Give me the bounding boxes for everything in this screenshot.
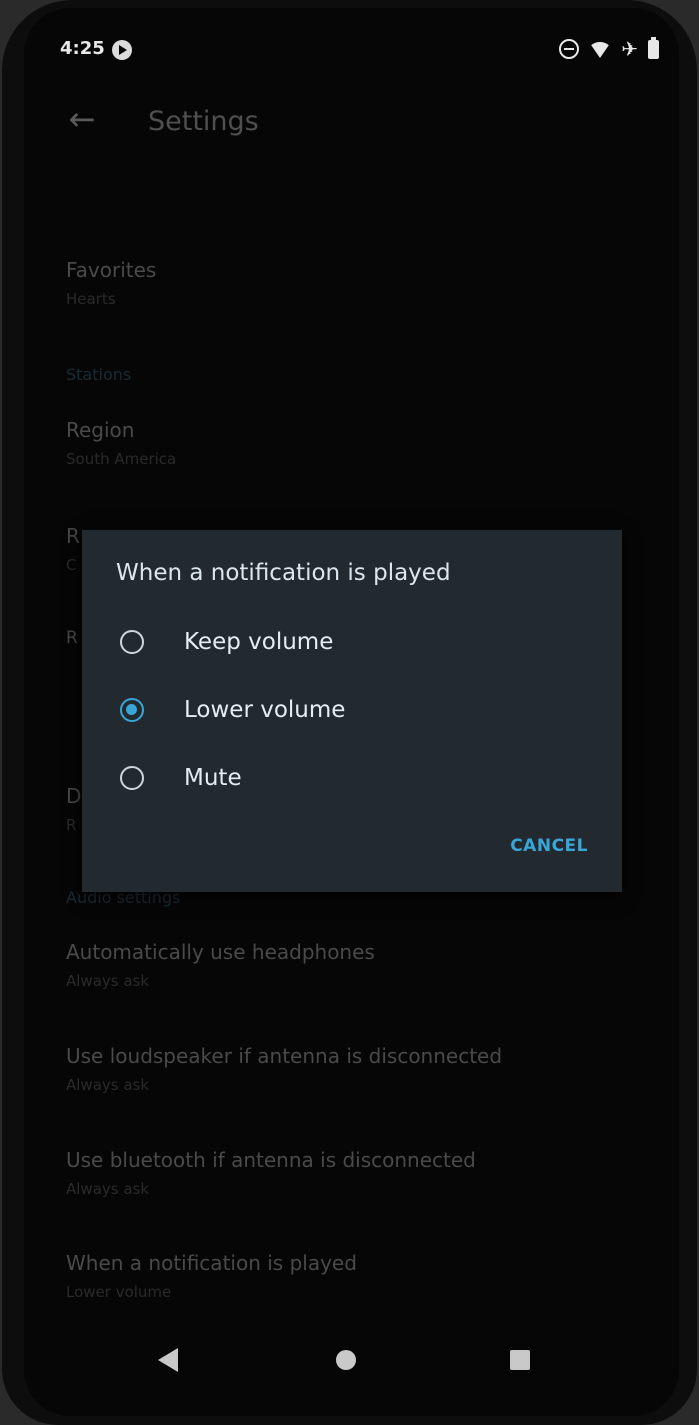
setting-partial-subtitle: C bbox=[66, 556, 77, 574]
setting-title: Use loudspeaker if antenna is disconnect… bbox=[66, 1044, 503, 1068]
screen: 4:25 ✈ ← Settings Favorites Hearts Stati… bbox=[24, 8, 679, 1416]
cancel-button[interactable]: CANCEL bbox=[510, 836, 588, 856]
dialog-title: When a notification is played bbox=[116, 560, 451, 586]
setting-bluetooth[interactable]: Use bluetooth if antenna is disconnected… bbox=[66, 1148, 476, 1198]
setting-subtitle: Always ask bbox=[66, 972, 150, 990]
nav-recents-icon[interactable] bbox=[510, 1350, 530, 1370]
setting-subtitle: Lower volume bbox=[66, 1283, 172, 1301]
radio-selected-icon[interactable] bbox=[120, 698, 144, 722]
do-not-disturb-icon bbox=[559, 39, 580, 59]
radio-unselected-icon[interactable] bbox=[120, 630, 144, 654]
radio-option-mute[interactable]: Mute bbox=[110, 755, 242, 801]
setting-partial-title: D bbox=[66, 784, 82, 808]
system-nav-bar bbox=[24, 1338, 679, 1384]
setting-partial-title: R bbox=[66, 628, 78, 648]
radio-option-label: Lower volume bbox=[184, 697, 346, 723]
phone-frame: 4:25 ✈ ← Settings Favorites Hearts Stati… bbox=[2, 0, 697, 1425]
radio-option-label: Keep volume bbox=[184, 629, 334, 655]
setting-subtitle: Always ask bbox=[66, 1180, 150, 1198]
wifi-icon bbox=[589, 42, 612, 58]
radio-option-keep-volume[interactable]: Keep volume bbox=[110, 619, 333, 665]
battery-icon bbox=[648, 36, 659, 59]
radio-option-lower-volume[interactable]: Lower volume bbox=[110, 687, 345, 733]
setting-title: Favorites bbox=[66, 258, 157, 282]
setting-title: Automatically use headphones bbox=[66, 940, 375, 964]
setting-subtitle: Always ask bbox=[66, 1076, 150, 1094]
setting-title: Use bluetooth if antenna is disconnected bbox=[66, 1148, 476, 1172]
setting-notification[interactable]: When a notification is played Lower volu… bbox=[66, 1251, 357, 1301]
notification-dialog: When a notification is played Keep volum… bbox=[82, 530, 622, 892]
radio-unselected-icon[interactable] bbox=[120, 766, 144, 790]
back-arrow-icon[interactable]: ← bbox=[62, 98, 102, 142]
airplane-mode-icon: ✈ bbox=[621, 37, 638, 61]
setting-subtitle: Hearts bbox=[66, 290, 116, 308]
setting-title: When a notification is played bbox=[66, 1251, 357, 1275]
radio-option-label: Mute bbox=[184, 765, 242, 791]
app-notification-icon bbox=[112, 40, 132, 60]
setting-partial-subtitle: R bbox=[66, 816, 77, 834]
setting-title: Region bbox=[66, 418, 135, 442]
nav-home-icon[interactable] bbox=[336, 1350, 356, 1370]
status-bar: 4:25 ✈ bbox=[24, 36, 679, 66]
status-time: 4:25 bbox=[60, 38, 105, 59]
setting-headphones[interactable]: Automatically use headphones Always ask bbox=[66, 940, 375, 990]
page-title: Settings bbox=[148, 106, 259, 137]
setting-loudspeaker[interactable]: Use loudspeaker if antenna is disconnect… bbox=[66, 1044, 502, 1094]
setting-subtitle: South America bbox=[66, 450, 177, 468]
section-header-stations: Stations bbox=[66, 365, 132, 384]
nav-back-icon[interactable] bbox=[158, 1348, 178, 1372]
status-icons: ✈ bbox=[559, 36, 659, 61]
app-bar: ← Settings bbox=[24, 96, 679, 146]
setting-partial-title: R bbox=[66, 524, 80, 548]
setting-region[interactable]: Region South America bbox=[66, 418, 176, 468]
setting-favorites[interactable]: Favorites Hearts bbox=[66, 258, 156, 308]
